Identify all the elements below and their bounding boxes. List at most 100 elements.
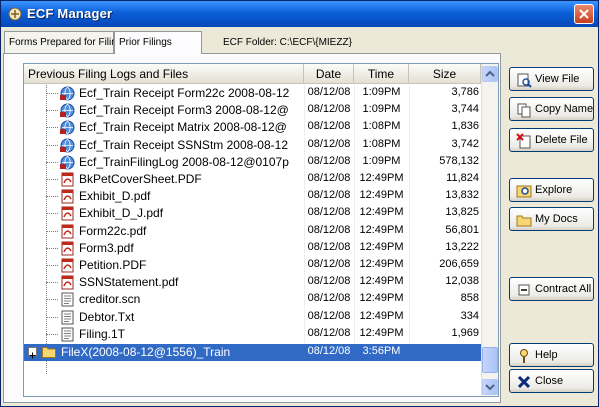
column-header-size[interactable]: Size — [409, 64, 481, 84]
file-date: 08/12/08 — [307, 86, 351, 98]
web-receipt-icon — [60, 155, 75, 170]
help-button[interactable]: Help — [509, 343, 594, 367]
file-date: 08/12/08 — [307, 154, 351, 167]
column-header-date[interactable]: Date — [304, 64, 354, 84]
explore-button[interactable]: Explore — [509, 178, 594, 202]
list-item[interactable]: Ecf_TrainFilingLog 2008-08-12@0107p 08/12… — [24, 153, 483, 171]
file-size: 206,659 — [439, 258, 479, 270]
tree-branch — [46, 265, 58, 266]
list-item[interactable]: Ecf_Train Receipt Form3 2008-08-12@ 08/12… — [24, 102, 483, 120]
file-size: 13,825 — [445, 206, 479, 219]
tree-branch — [46, 316, 58, 318]
chevron-up-icon — [485, 70, 495, 77]
list-item[interactable]: Exhibit_D_J.pdf 08/12/08 12:49PM 13,825 — [24, 205, 483, 223]
file-size: 858 — [460, 292, 479, 305]
tree-branch — [46, 110, 58, 112]
file-date: 08/12/08 — [307, 206, 351, 219]
file-date: 08/12/08 — [307, 258, 351, 270]
folder-name: FileX(2008-08-12@1556)_Train — [61, 345, 231, 359]
file-name: Ecf_Train Receipt Form3 2008-08-12@ — [79, 103, 289, 118]
copy-name-label: Copy Name — [535, 103, 594, 115]
list-item[interactable]: Ecf_Train Receipt Form22c 2008-08-12 08/1… — [24, 85, 483, 102]
list-item[interactable]: Ecf_Train Receipt Matrix 2008-08-12@ 08/1… — [24, 119, 483, 137]
tree-branch — [46, 179, 58, 180]
tab-prior-filings[interactable]: Prior Filings — [114, 31, 202, 54]
list-item[interactable]: Filing.1T 08/12/08 12:49PM 1,969 — [24, 325, 483, 343]
contract-all-label: Contract All — [535, 283, 592, 295]
file-size: 578,132 — [439, 154, 479, 167]
file-name: Ecf_Train Receipt Matrix 2008-08-12@ — [79, 120, 287, 135]
close-button[interactable]: Close — [509, 369, 594, 393]
list-item[interactable]: Exhibit_D.pdf 08/12/08 12:49PM 13,832 — [24, 188, 483, 206]
list-item[interactable]: Form3.pdf 08/12/08 12:49PM 13,222 — [24, 239, 483, 257]
file-time: 12:49PM — [359, 258, 404, 270]
selected-folder-row[interactable]: FileX(2008-08-12@1556)_Train 08/12/08 3:56… — [24, 344, 483, 361]
copy-icon — [517, 103, 531, 118]
list-item[interactable]: Ecf_Train Receipt SSNStm 2008-08-12 08/12… — [24, 136, 483, 154]
file-time: 12:49PM — [359, 326, 404, 339]
tree-branch — [46, 230, 58, 232]
web-receipt-icon — [60, 86, 75, 101]
scroll-up-button[interactable] — [482, 66, 498, 82]
file-name: Petition.PDF — [79, 258, 147, 272]
file-time: 1:08PM — [362, 120, 401, 133]
explore-icon — [516, 185, 532, 198]
pdf-icon — [60, 189, 75, 204]
view-file-icon — [517, 73, 532, 88]
file-date: 08/12/08 — [307, 326, 351, 339]
close-icon — [579, 9, 589, 19]
file-date: 08/12/08 — [307, 292, 351, 305]
file-name: Ecf_Train Receipt SSNStm 2008-08-12 — [79, 137, 288, 152]
delete-file-label: Delete File — [535, 134, 588, 146]
list-item[interactable]: SSNStatement.pdf 08/12/08 12:49PM 12,038 — [24, 274, 483, 292]
file-time: 12:49PM — [359, 172, 404, 184]
file-size: 11,824 — [446, 172, 479, 184]
view-file-button[interactable]: View File — [509, 67, 594, 91]
delete-file-button[interactable]: Delete File — [509, 128, 594, 152]
my-docs-button[interactable]: My Docs — [509, 207, 594, 231]
column-header-time[interactable]: Time — [354, 64, 409, 84]
delete-file-icon — [516, 133, 531, 149]
file-time: 12:49PM — [359, 240, 404, 253]
pdf-icon — [60, 241, 75, 256]
file-size: 3,742 — [451, 137, 479, 150]
list-item[interactable]: creditor.scn 08/12/08 12:49PM 858 — [24, 291, 483, 309]
text-file-icon — [60, 310, 75, 325]
file-time: 12:49PM — [359, 309, 404, 322]
scroll-down-button[interactable] — [482, 379, 498, 395]
list-item[interactable]: Debtor.Txt 08/12/08 12:49PM 334 — [24, 308, 483, 326]
close-window-button[interactable] — [574, 4, 594, 24]
list-item[interactable]: Petition.PDF 08/12/08 12:49PM 206,659 — [24, 257, 483, 274]
file-date: 08/12/08 — [307, 189, 351, 202]
view-file-label: View File — [535, 73, 580, 85]
tab-forms-prepared[interactable]: Forms Prepared for Filing — [4, 31, 122, 53]
file-size: 1,969 — [451, 326, 479, 339]
chevron-down-icon — [485, 384, 495, 391]
contract-all-button[interactable]: Contract All — [509, 277, 594, 301]
copy-name-button[interactable]: Copy Name — [509, 97, 594, 121]
tree-branch — [46, 144, 58, 146]
my-docs-label: My Docs — [535, 213, 578, 225]
list-item[interactable]: Form22c.pdf 08/12/08 12:49PM 56,801 — [24, 222, 483, 240]
file-size: 13,832 — [445, 189, 479, 202]
file-name: creditor.scn — [79, 292, 141, 307]
file-time: 1:08PM — [362, 137, 401, 150]
expand-toggle-icon[interactable] — [28, 347, 37, 359]
file-time: 12:49PM — [359, 206, 404, 219]
tree-branch — [46, 127, 58, 129]
close-x-icon — [517, 375, 531, 389]
tree-branch — [46, 299, 58, 301]
file-name: Form3.pdf — [79, 240, 134, 255]
title-bar[interactable]: ECF Manager — [1, 1, 598, 27]
web-receipt-icon — [60, 120, 75, 135]
column-header-name[interactable]: Previous Filing Logs and Files — [24, 64, 304, 84]
help-label: Help — [535, 349, 558, 361]
tree-branch — [46, 196, 58, 198]
list-item[interactable]: BkPetCoverSheet.PDF 08/12/08 12:49PM 11,824 — [24, 171, 483, 188]
tree-branch — [46, 161, 58, 163]
vertical-scrollbar[interactable] — [481, 64, 498, 396]
scroll-thumb[interactable] — [482, 347, 498, 373]
list-header: Previous Filing Logs and Files Date Time… — [24, 64, 498, 84]
filing-log-list[interactable]: Previous Filing Logs and Files Date Time… — [23, 63, 499, 397]
file-date: 08/12/08 — [307, 103, 351, 116]
